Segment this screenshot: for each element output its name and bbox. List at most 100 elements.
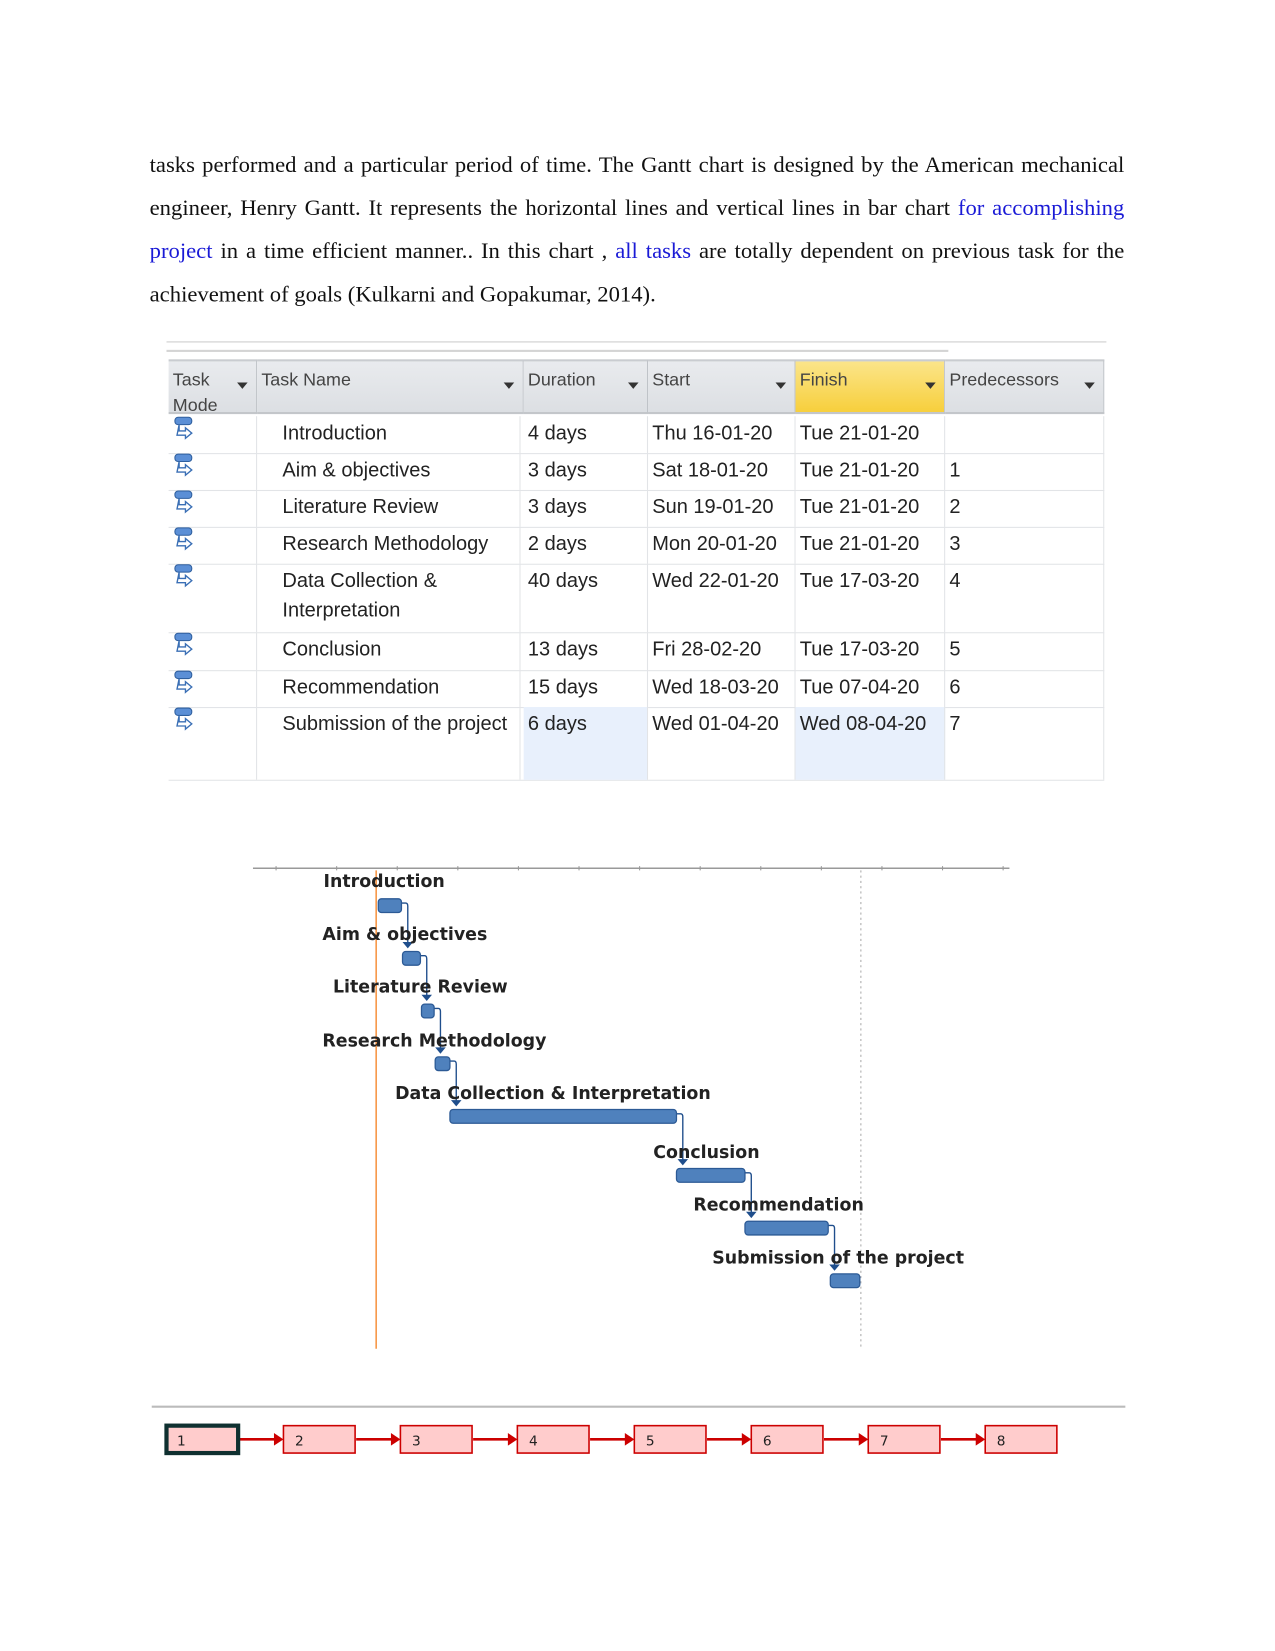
cell-text: 3 days <box>527 496 587 519</box>
header-label: Predecessors <box>949 369 1059 390</box>
gantt-bar <box>675 1167 746 1183</box>
network-node[interactable] <box>750 1424 824 1454</box>
task-mode-cell <box>169 489 258 527</box>
column-header-task-name[interactable]: Task Name <box>257 359 524 415</box>
network-node[interactable] <box>984 1424 1058 1454</box>
cell-text: Tue 17-03-20 <box>799 638 920 661</box>
cell-text: Literature Review <box>282 496 439 519</box>
network-node-label: 1 <box>177 1434 186 1450</box>
auto-scheduled-icon <box>174 707 193 731</box>
column-header-predecessors[interactable]: Predecessors <box>945 359 1105 415</box>
cell-name: Recommendation <box>257 670 521 708</box>
cell-text: 3 days <box>527 459 587 482</box>
dropdown-arrow-icon[interactable] <box>775 382 787 389</box>
cell-text: Data Collection & Interpretation <box>282 570 438 622</box>
cell-text: 2 <box>949 496 961 519</box>
cell-duration: 3 days <box>524 453 649 490</box>
cell-text: Submission of the project <box>282 713 508 736</box>
gantt-bar-label: Conclusion <box>653 1143 759 1163</box>
header-label: Duration <box>527 369 596 390</box>
header-label: Task Name <box>261 369 351 390</box>
auto-scheduled-icon <box>174 564 193 588</box>
network-node-label: 6 <box>763 1434 772 1450</box>
table-row[interactable]: Data Collection & Interpretation 40 days W… <box>168 563 1105 634</box>
cell-text: Tue 21-01-20 <box>799 496 920 519</box>
cell-text: 5 <box>949 638 961 661</box>
cell-text: Mon 20-01-20 <box>652 533 777 556</box>
cell-start: Wed 18-03-20 <box>648 670 796 708</box>
cell-text: 3 <box>949 533 961 556</box>
gantt-bar <box>420 1003 435 1019</box>
cell-finish: Tue 21-01-20 <box>796 453 946 490</box>
network-node[interactable] <box>867 1424 941 1454</box>
arrow-icon <box>507 1433 518 1446</box>
cell-finish: Tue 21-01-20 <box>796 416 946 454</box>
gantt-bar-label: Recommendation <box>693 1196 864 1216</box>
network-node-label: 3 <box>412 1434 421 1450</box>
table-row[interactable]: Research Methodology 2 days Mon 20-01-20 Tu… <box>168 526 1105 565</box>
table-row[interactable]: Literature Review 3 days Sun 19-01-20 Tue 2… <box>168 489 1105 528</box>
table-row[interactable]: Conclusion 13 days Fri 28-02-20 Tue 17-03-2… <box>168 632 1105 672</box>
cell-finish: Tue 17-03-20 <box>796 563 946 633</box>
column-header-task-mode[interactable]: Task Mode <box>168 359 258 415</box>
cell-text: 6 <box>949 676 961 699</box>
header-label: Finish <box>799 369 848 390</box>
network-node[interactable] <box>399 1424 473 1454</box>
task-mode-cell <box>169 670 258 708</box>
table-row[interactable]: Introduction 4 days Thu 16-01-20 Tue 21-01-… <box>168 416 1105 455</box>
task-table: Task Mode Task Name Duration Start Finish Pre… <box>166 339 1107 782</box>
gantt-bar-label: Aim & objectives <box>322 925 487 945</box>
header-label: Task Mode <box>172 369 218 416</box>
cell-text: 13 days <box>527 638 599 661</box>
task-mode-cell <box>169 526 258 564</box>
network-node-label: 8 <box>997 1434 1006 1450</box>
cell-text: Research Methodology <box>282 533 489 556</box>
auto-scheduled-icon <box>174 453 193 477</box>
gantt-bar-label: Introduction <box>323 872 444 892</box>
cell-text: Wed 01-04-20 <box>652 713 779 736</box>
table-row[interactable]: Recommendation 15 days Wed 18-03-20 Tue 07-… <box>168 670 1105 709</box>
cell-pred: 1 <box>945 453 1105 490</box>
column-header-finish[interactable]: Finish <box>795 359 946 415</box>
gantt-bar <box>744 1220 829 1236</box>
cell-text: 15 days <box>527 676 599 699</box>
network-node[interactable] <box>633 1424 707 1454</box>
table-row[interactable]: Aim & objectives 3 days Sat 18-01-20 Tue 21… <box>168 453 1105 492</box>
dropdown-arrow-icon[interactable] <box>925 382 936 389</box>
column-header-start[interactable]: Start <box>648 359 796 415</box>
auto-scheduled-icon <box>174 670 193 694</box>
table-row[interactable]: Submission of the project 6 days Wed 01-04… <box>168 707 1105 781</box>
task-mode-cell <box>169 632 258 671</box>
header-label: Start <box>652 369 691 390</box>
cell-pred: 2 <box>945 489 1105 527</box>
cell-finish: Tue 07-04-20 <box>796 670 946 708</box>
cell-text: Sun 19-01-20 <box>652 496 774 519</box>
network-node-label: 7 <box>880 1434 889 1450</box>
auto-scheduled-icon <box>174 490 193 514</box>
cell-text: Wed 18-03-20 <box>652 676 779 699</box>
cell-finish: Wed 08-04-20 <box>795 707 946 780</box>
auto-scheduled-icon <box>174 527 193 551</box>
network-node[interactable] <box>282 1424 356 1454</box>
auto-scheduled-icon <box>174 416 193 440</box>
arrow-icon <box>624 1433 635 1446</box>
dropdown-arrow-icon[interactable] <box>1084 382 1095 389</box>
dropdown-arrow-icon[interactable] <box>237 382 248 389</box>
dropdown-arrow-icon[interactable] <box>503 382 515 389</box>
gantt-chart: Introduction Aim & objectives Literature R… <box>252 866 1010 1349</box>
dropdown-arrow-icon[interactable] <box>628 382 639 389</box>
cell-duration: 2 days <box>524 526 649 564</box>
cell-name: Aim & objectives <box>257 453 521 490</box>
cell-text: Recommendation <box>282 676 440 699</box>
cell-start: Fri 28-02-20 <box>648 632 796 671</box>
network-node[interactable] <box>516 1424 590 1454</box>
cell-text: Wed 22-01-20 <box>652 570 779 593</box>
column-header-duration[interactable]: Duration <box>523 359 649 415</box>
network-node[interactable] <box>164 1423 241 1456</box>
cell-pred: 7 <box>945 707 1105 780</box>
cell-text: Aim & objectives <box>282 459 431 482</box>
cell-text: Tue 17-03-20 <box>799 570 920 593</box>
hyperlink-text[interactable]: all tasks <box>615 238 691 263</box>
arrow-icon <box>858 1433 869 1446</box>
gantt-bar <box>377 898 403 914</box>
